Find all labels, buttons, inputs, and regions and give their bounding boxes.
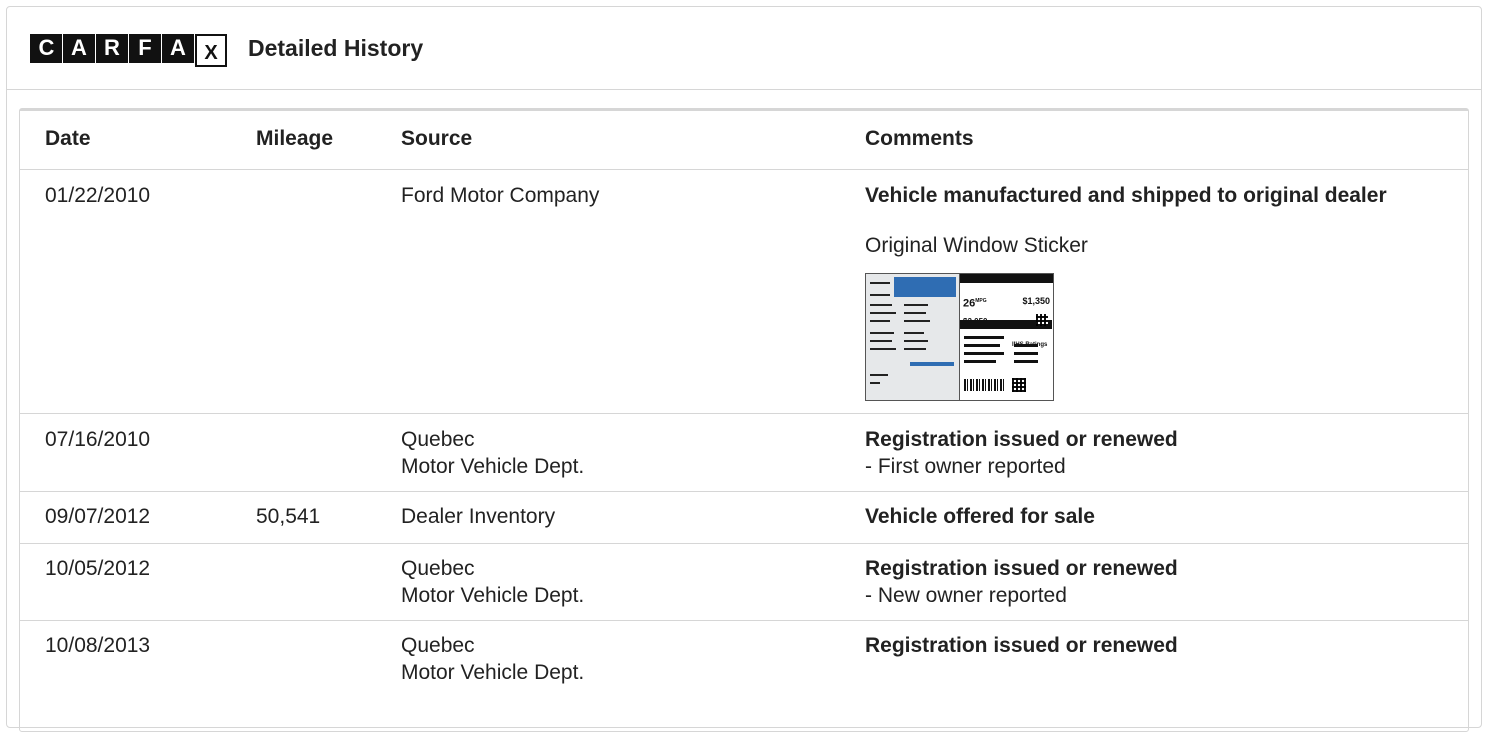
row-date: 10/05/2012: [45, 557, 151, 580]
row-source: Quebec Motor Vehicle Dept.: [401, 555, 584, 609]
logo-letter: R: [96, 33, 128, 63]
table-row: 07/16/2010 Quebec Motor Vehicle Dept. Re…: [20, 414, 1468, 492]
source-name: Quebec: [401, 557, 475, 580]
sticker-line: [870, 374, 888, 376]
row-source: Dealer Inventory: [401, 503, 555, 530]
table-row: 09/07/2012 50,541 Dealer Inventory Vehic…: [20, 492, 1468, 544]
row-date: 10/08/2013: [45, 634, 151, 657]
table-row: 10/05/2012 Quebec Motor Vehicle Dept. Re…: [20, 544, 1468, 621]
sticker-line: [964, 352, 1004, 355]
history-table: Date Mileage Source Comments 01/22/2010 …: [19, 108, 1469, 732]
column-header-comments: Comments: [865, 127, 974, 150]
source-detail: Motor Vehicle Dept.: [401, 584, 585, 607]
logo-letter: C: [30, 33, 62, 63]
sticker-line: [904, 348, 926, 350]
sticker-line: [870, 304, 892, 306]
row-source: Ford Motor Company: [401, 182, 599, 209]
column-header-source: Source: [401, 127, 473, 150]
window-sticker-link[interactable]: Original Window Sticker: [865, 232, 1387, 259]
sticker-line: [870, 382, 880, 384]
source-name: Ford Motor Company: [401, 184, 600, 207]
table-row: 01/22/2010 Ford Motor Company Vehicle ma…: [20, 170, 1468, 414]
row-source: Quebec Motor Vehicle Dept.: [401, 426, 584, 480]
row-date: 09/07/2012: [45, 505, 151, 528]
sticker-line: [870, 294, 890, 296]
source-detail: Motor Vehicle Dept.: [401, 455, 585, 478]
row-date: 07/16/2010: [45, 428, 151, 451]
table-header: Date Mileage Source Comments: [20, 111, 1468, 170]
sticker-qr-code: [1036, 314, 1048, 326]
source-name: Quebec: [401, 428, 475, 451]
logo-letter: A: [63, 33, 95, 63]
sticker-left-panel: [866, 274, 960, 400]
row-source: Quebec Motor Vehicle Dept.: [401, 632, 584, 686]
comment-title: Registration issued or renewed: [865, 557, 1178, 580]
sticker-line: [1014, 360, 1038, 363]
row-mileage: 50,541: [256, 505, 321, 528]
comment-title: Vehicle offered for sale: [865, 505, 1095, 528]
sticker-line: [964, 336, 1004, 339]
comment-detail: - First owner reported: [865, 455, 1066, 478]
row-comments: Registration issued or renewed - New own…: [865, 555, 1178, 609]
sticker-line: [870, 348, 896, 350]
sticker-line: [1014, 352, 1038, 355]
window-sticker-thumbnail[interactable]: 26MPG $1,350 $2,050 IIHS Ratings: [865, 273, 1054, 401]
sticker-blue-box: [894, 277, 956, 297]
sticker-line: [904, 340, 928, 342]
comment-title: Registration issued or renewed: [865, 634, 1178, 657]
sticker-line: [964, 344, 1000, 347]
column-header-mileage: Mileage: [256, 127, 334, 150]
sticker-line: [1014, 344, 1038, 347]
source-name: Dealer Inventory: [401, 505, 556, 528]
row-comments: Vehicle offered for sale: [865, 503, 1095, 530]
sticker-line: [904, 304, 928, 306]
comment-title: Vehicle manufactured and shipped to orig…: [865, 184, 1387, 207]
sticker-line: [904, 332, 924, 334]
sticker-line: [870, 320, 890, 322]
sticker-barcode: [964, 379, 1004, 391]
sticker-line: [904, 312, 926, 314]
comment-detail: - New owner reported: [865, 584, 1067, 607]
carfax-logo: C A R F A X: [30, 30, 227, 67]
sticker-line: [904, 320, 930, 322]
logo-letter: A: [162, 33, 194, 63]
sticker-qr-code: [1012, 378, 1026, 392]
sticker-line: [870, 332, 894, 334]
sticker-blue-bar: [910, 362, 954, 366]
row-comments: Registration issued or renewed - First o…: [865, 426, 1178, 480]
table-row: 10/08/2013 Quebec Motor Vehicle Dept. Re…: [20, 621, 1468, 711]
sticker-line: [870, 340, 892, 342]
sticker-right-panel: 26MPG $1,350 $2,050 IIHS Ratings: [960, 274, 1053, 400]
row-comments: Registration issued or renewed: [865, 632, 1178, 659]
sticker-line: [870, 312, 896, 314]
card-header: C A R F A X Detailed History: [7, 7, 1481, 90]
sticker-mpg-unit: MPG: [975, 298, 987, 304]
page-title: Detailed History: [248, 34, 424, 61]
logo-letter-x: X: [195, 33, 227, 67]
row-date: 01/22/2010: [45, 184, 151, 207]
row-comments: Vehicle manufactured and shipped to orig…: [865, 182, 1387, 401]
comment-title: Registration issued or renewed: [865, 428, 1178, 451]
column-header-date: Date: [45, 127, 91, 150]
sticker-savings: $1,350: [1022, 296, 1050, 306]
source-name: Quebec: [401, 634, 475, 657]
sticker-line: [964, 360, 996, 363]
logo-letter: F: [129, 33, 161, 63]
detailed-history-card: C A R F A X Detailed History Date Mileag…: [6, 6, 1482, 732]
source-detail: Motor Vehicle Dept.: [401, 661, 585, 684]
sticker-line: [870, 282, 890, 284]
sticker-top-bar: [960, 274, 1053, 283]
